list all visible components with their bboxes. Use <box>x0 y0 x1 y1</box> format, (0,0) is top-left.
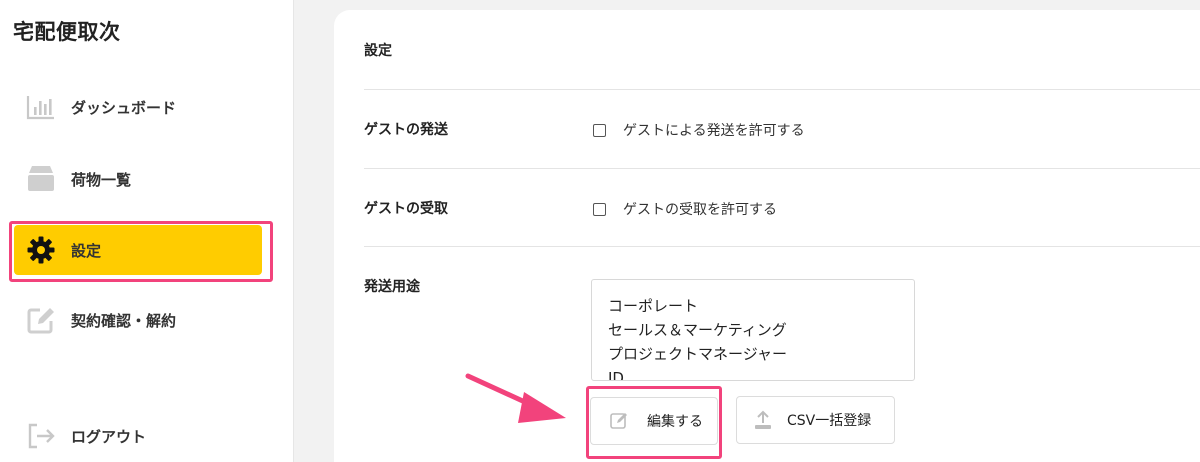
logout-label: ログアウト <box>71 427 147 446</box>
app-title: 宅配便取次 <box>13 20 121 44</box>
pointer-arrow-icon <box>465 373 566 423</box>
logout-icon <box>26 421 56 451</box>
guest-receive-option: ゲストの受取を許可する <box>593 199 777 219</box>
guest-send-checkbox-label[interactable]: ゲストによる発送を許可する <box>623 120 805 140</box>
bar-chart-icon <box>26 92 56 122</box>
purpose-label: 発送用途 <box>364 279 420 295</box>
sidebar: 宅配便取次 ダッシュボード 荷物一覧 設定 契約確認・解約 ログアウト <box>0 0 294 462</box>
guest-receive-checkbox[interactable] <box>593 202 606 216</box>
edit-icon <box>609 411 629 431</box>
guest-receive-checkbox-label[interactable]: ゲストの受取を許可する <box>623 199 777 219</box>
sidebar-item-contract[interactable]: 契約確認・解約 <box>14 295 262 345</box>
sidebar-item-label: 荷物一覧 <box>71 170 132 189</box>
guest-send-label: ゲストの発送 <box>364 122 448 138</box>
sidebar-item-label: 設定 <box>71 241 102 260</box>
sidebar-item-label: 契約確認・解約 <box>71 311 177 330</box>
list-item[interactable]: セールス＆マーケティング <box>608 318 914 342</box>
logout-button[interactable]: ログアウト <box>14 411 262 461</box>
csv-import-button-label: CSV一括登録 <box>787 413 872 429</box>
guest-send-row: ゲストの発送 ゲストによる発送を許可する <box>364 90 1200 169</box>
sidebar-item-label: ダッシュボード <box>71 98 177 117</box>
guest-receive-row: ゲストの受取 ゲストの受取を許可する <box>364 169 1200 247</box>
page-title: 設定 <box>364 43 392 59</box>
edit-button[interactable]: 編集する <box>590 397 718 445</box>
settings-heading-row: 設定 <box>364 10 1200 90</box>
box-icon <box>26 164 56 194</box>
edit-button-label: 編集する <box>647 414 703 430</box>
guest-send-option: ゲストによる発送を許可する <box>593 120 805 140</box>
sidebar-item-packages[interactable]: 荷物一覧 <box>14 154 262 204</box>
list-item[interactable]: ID <box>608 366 914 380</box>
csv-import-button[interactable]: CSV一括登録 <box>736 396 895 444</box>
upload-icon <box>753 409 773 431</box>
purpose-listbox[interactable]: コーポレート セールス＆マーケティング プロジェクトマネージャー ID <box>591 279 915 381</box>
guest-send-checkbox[interactable] <box>593 123 606 137</box>
guest-receive-label: ゲストの受取 <box>364 201 448 217</box>
list-item[interactable]: コーポレート <box>608 294 914 318</box>
edit-icon <box>26 305 56 335</box>
sidebar-item-settings[interactable]: 設定 <box>14 225 262 275</box>
list-item[interactable]: プロジェクトマネージャー <box>608 342 914 366</box>
sidebar-item-dashboard[interactable]: ダッシュボード <box>14 82 262 132</box>
gear-icon <box>26 235 56 265</box>
